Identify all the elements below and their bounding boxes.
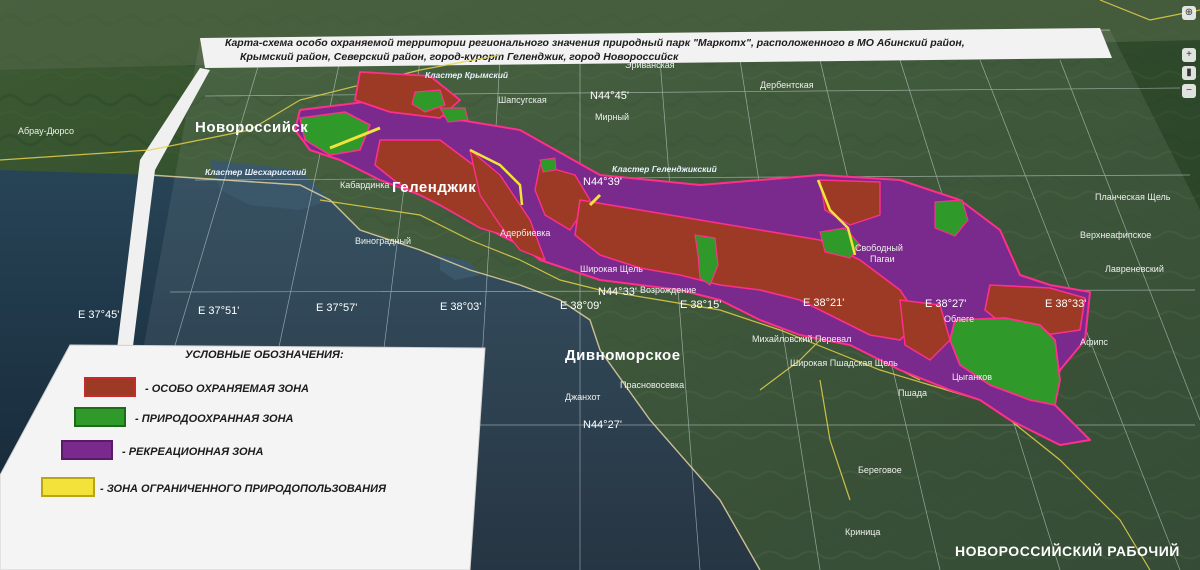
lon-label: E 38°27' [925,298,966,310]
place-label: Облеге [944,314,974,324]
cluster-label: Кластер Шесхарисский [205,167,307,177]
legend-label-protected: - ОСОБО ОХРАНЯЕМАЯ ЗОНА [145,383,309,395]
zoom-slider[interactable]: ▮ [1182,66,1196,80]
legend-swatch-recreation [61,440,113,460]
legend: УСЛОВНЫЕ ОБОЗНАЧЕНИЯ: - ОСОБО ОХРАНЯЕМАЯ… [0,344,486,570]
legend-label-recreation: - РЕКРЕАЦИОННАЯ ЗОНА [122,446,263,458]
lon-label: E 38°09' [560,300,601,312]
place-label: Широкая Щель [580,264,643,274]
place-label: Возрождение [640,285,696,295]
place-label: Адербиевка [500,228,550,238]
map-title-line1: Карта-схема особо охраняемой территории … [225,37,965,49]
cluster-label: Кластер Крымский [425,70,509,80]
legend-title: УСЛОВНЫЕ ОБОЗНАЧЕНИЯ: [185,349,344,361]
lon-label: E 38°21' [803,297,844,309]
lon-label: E 37°57' [316,302,357,314]
zoom-out-button[interactable]: − [1182,84,1196,98]
place-label: Виноградный [355,236,411,246]
city-divnomorskoe: Дивноморское [565,347,681,364]
lat-label: N44°45' [590,90,629,102]
lat-label: N44°39' [583,176,622,188]
place-label: Михайловский Перевал [752,334,851,344]
lat-label: N44°33' [598,286,637,298]
zoom-in-button[interactable]: + [1182,48,1196,62]
place-label: Эриванская [625,60,675,70]
lat-label: N44°27' [583,419,622,431]
place-label: Афипс [1080,337,1108,347]
place-label: Шапсугская [498,95,547,105]
lon-label: E 38°03' [440,301,481,313]
place-label: Планческая Щель [1095,192,1171,202]
lon-label: E 38°15' [680,299,721,311]
legend-label-limited: - ЗОНА ОГРАНИЧЕННОГО ПРИРОДОПОЛЬЗОВАНИЯ [100,483,387,495]
place-label: Мирный [595,112,629,122]
city-novorossiysk: Новороссийск [195,119,308,136]
place-label: Криница [845,527,880,537]
legend-swatch-protected [84,377,136,397]
place-label: Пшада [898,388,927,398]
place-label: Береговое [858,465,902,475]
legend-label-nature: - ПРИРОДООХРАННАЯ ЗОНА [135,413,294,425]
place-label: Свободный [855,243,903,253]
place-label: Лавреневский [1105,264,1164,274]
lon-label: E 37°51' [198,305,239,317]
place-label: Пагаи [870,254,895,264]
place-label: Абрау-Дюрсо [18,126,74,136]
place-label: Прасновосевка [620,380,684,390]
place-label: Кабардинка [340,180,389,190]
place-label: Дербентская [760,80,814,90]
watermark: НОВОРОССИЙСКИЙ РАБОЧИЙ [955,542,1180,559]
map-title-line2: Крымский район, Северский район, город-к… [240,51,679,63]
compass-icon[interactable]: ⊕ [1182,6,1196,20]
cluster-label: Кластер Геленджикский [612,164,718,174]
place-label: Джанхот [565,392,600,402]
city-gelendzhik: Геленджик [392,179,476,196]
legend-swatch-nature [74,407,126,427]
lon-label: E 38°33' [1045,298,1086,310]
map-canvas: Карта-схема особо охраняемой территории … [0,0,1200,570]
place-label: Цыганков [952,372,992,382]
map-view[interactable]: Карта-схема особо охраняемой территории … [0,0,1200,570]
place-label: Широкая Пшадская Щель [790,358,898,368]
place-label: Верхнеафипское [1080,230,1151,240]
lon-label: E 37°45' [78,309,119,321]
legend-swatch-limited [41,477,95,497]
